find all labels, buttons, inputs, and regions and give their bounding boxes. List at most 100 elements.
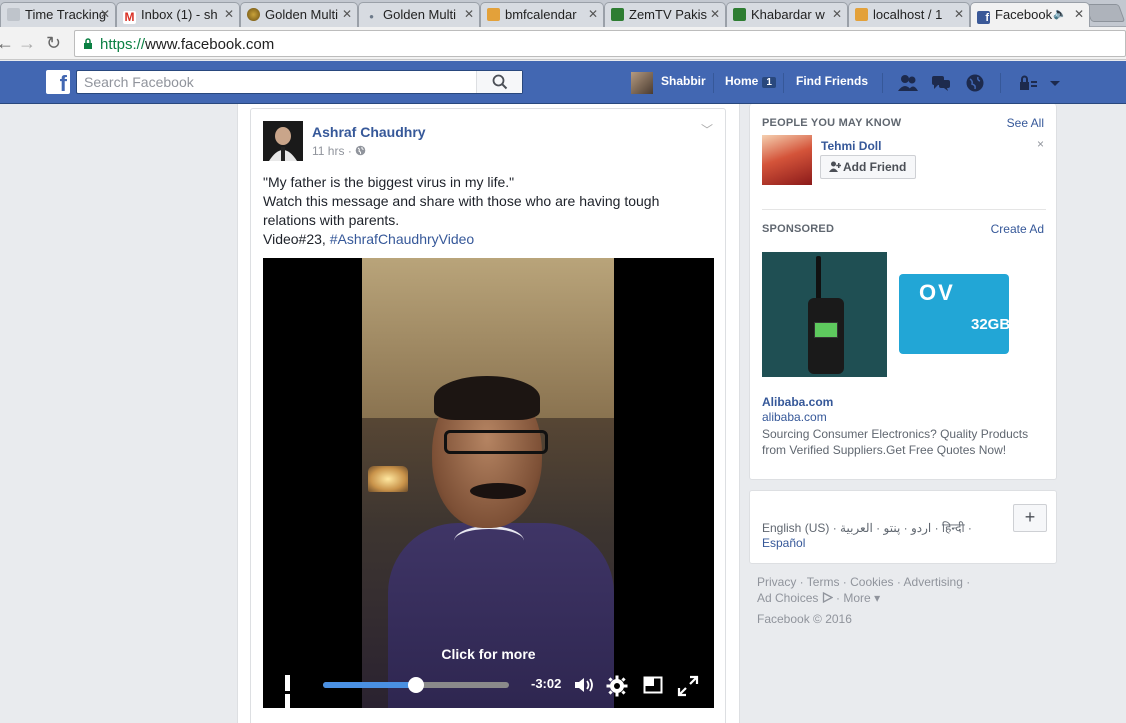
post-text-line: "My father is the biggest virus in my li…: [263, 174, 515, 190]
browser-tab[interactable]: ZemTV Pakis ✕: [604, 2, 726, 27]
back-icon[interactable]: ←: [0, 33, 14, 54]
post-body: "My father is the biggest virus in my li…: [263, 173, 703, 249]
ad-title[interactable]: Alibaba.com: [762, 395, 833, 409]
footer-link[interactable]: Ad Choices: [757, 591, 818, 605]
ad-image-sd-card[interactable]: OV 32GB: [899, 274, 1010, 354]
ad-choices-icon[interactable]: [822, 591, 834, 604]
footer-link[interactable]: Advertising: [904, 575, 963, 589]
add-friend-button[interactable]: Add Friend: [820, 155, 916, 179]
see-all-link[interactable]: See All: [1007, 116, 1044, 130]
footer-link[interactable]: Privacy: [757, 575, 796, 589]
golden-coin-icon: [247, 8, 260, 21]
video-time-remaining: -3:02: [531, 676, 562, 691]
tab-title: Golden Multi: [265, 7, 338, 22]
facebook-logo[interactable]: f: [46, 70, 70, 96]
footer-link[interactable]: Terms: [807, 575, 840, 589]
footer-more-link[interactable]: More ▾: [843, 591, 880, 605]
new-tab-button[interactable]: [1084, 4, 1126, 22]
language-option[interactable]: پنتو: [884, 521, 901, 535]
post-meta: 11 hrs ·: [312, 144, 366, 158]
volume-icon[interactable]: [573, 675, 597, 695]
browser-tab[interactable]: localhost / 1 ✕: [848, 2, 970, 27]
tab-title: Khabardar w: [751, 7, 825, 22]
post-timestamp[interactable]: 11 hrs: [312, 144, 344, 158]
suggested-friend-name[interactable]: Tehmi Doll: [821, 139, 881, 153]
browser-tab-active[interactable]: f Facebook 🔈 ✕: [970, 2, 1090, 27]
close-tab-icon[interactable]: ✕: [588, 7, 598, 21]
address-bar[interactable]: https://www.facebook.com: [74, 30, 1126, 57]
url-text: https://www.facebook.com: [100, 36, 274, 53]
account-menu-chevron-icon[interactable]: [1044, 73, 1066, 93]
settings-gear-icon[interactable]: [606, 675, 628, 697]
find-friends-link[interactable]: Find Friends: [796, 74, 868, 88]
footer-more-label: More: [843, 591, 871, 605]
close-tab-icon[interactable]: ✕: [342, 7, 352, 21]
post-options-chevron-icon[interactable]: ﹀: [701, 121, 713, 138]
reload-icon[interactable]: ↻: [46, 33, 61, 54]
video-scrub-handle[interactable]: [408, 677, 424, 693]
create-ad-link[interactable]: Create Ad: [991, 222, 1044, 236]
browser-tab[interactable]: • Golden Multi ✕: [358, 2, 480, 27]
video-player[interactable]: Click for more -3:02: [263, 258, 714, 708]
video-person-glasses: [444, 430, 548, 454]
video-progress-bar[interactable]: [323, 677, 509, 693]
feed-post: Ashraf Chaudhry 11 hrs · ﹀ "My father is…: [250, 108, 726, 723]
ad-description[interactable]: Sourcing Consumer Electronics? Quality P…: [762, 426, 1052, 458]
click-for-more-overlay[interactable]: Click for more: [263, 646, 714, 662]
hashtag-link[interactable]: #AshrafChaudhryVideo: [330, 231, 475, 247]
dismiss-suggestion-icon[interactable]: ×: [1037, 137, 1044, 151]
home-badge: 1: [762, 77, 776, 88]
language-option[interactable]: العربية: [840, 521, 873, 535]
loading-dot-icon: •: [369, 9, 374, 24]
suggested-friend-photo[interactable]: [762, 135, 812, 185]
picture-in-picture-icon[interactable]: [643, 675, 663, 695]
search-input[interactable]: [77, 71, 477, 93]
footer-link[interactable]: Cookies: [850, 575, 893, 589]
left-column: [0, 104, 237, 723]
close-tab-icon[interactable]: ✕: [464, 7, 474, 21]
close-tab-icon[interactable]: ✕: [710, 7, 720, 21]
browser-tab[interactable]: Khabardar w ✕: [726, 2, 848, 27]
home-link[interactable]: Home 1: [725, 74, 776, 88]
close-tab-icon[interactable]: ✕: [832, 7, 842, 21]
nav-divider: [783, 73, 784, 93]
zemtv-icon: [611, 8, 624, 21]
browser-tab[interactable]: Time Tracking ✕: [0, 2, 116, 27]
tab-title: Facebook: [995, 7, 1053, 22]
ad-image-walkie-talkie[interactable]: [762, 252, 887, 377]
notifications-globe-icon[interactable]: [964, 73, 986, 93]
video-progress-fill: [323, 682, 416, 688]
author-avatar[interactable]: [263, 121, 303, 161]
close-tab-icon[interactable]: ✕: [224, 7, 234, 21]
video-controls: -3:02: [263, 663, 714, 708]
profile-link[interactable]: Shabbir: [661, 74, 706, 88]
close-tab-icon[interactable]: ✕: [1074, 7, 1084, 21]
close-tab-icon[interactable]: ✕: [100, 7, 110, 21]
ad-domain[interactable]: alibaba.com: [762, 410, 827, 424]
privacy-shortcuts-icon[interactable]: [1018, 73, 1040, 93]
language-option[interactable]: اردو: [911, 521, 931, 535]
speaker-icon[interactable]: 🔈: [1053, 7, 1067, 20]
right-sidebar-card: PEOPLE YOU MAY KNOW See All Tehmi Doll ×…: [749, 104, 1057, 480]
language-option[interactable]: Español: [762, 536, 805, 550]
forward-icon[interactable]: →: [18, 33, 36, 54]
more-languages-button[interactable]: +: [1013, 504, 1047, 532]
browser-tab[interactable]: bmfcalendar ✕: [480, 2, 604, 27]
tab-title: bmfcalendar: [505, 7, 577, 22]
user-avatar[interactable]: [631, 72, 653, 94]
friend-requests-icon[interactable]: [897, 73, 919, 93]
author-name[interactable]: Ashraf Chaudhry: [312, 124, 426, 140]
close-tab-icon[interactable]: ✕: [954, 7, 964, 21]
page-footer: Privacy · Terms · Cookies · Advertising …: [757, 575, 971, 626]
public-globe-icon[interactable]: [355, 145, 366, 156]
pause-icon[interactable]: [285, 675, 301, 708]
search-button[interactable]: [476, 71, 522, 93]
messages-icon[interactable]: [930, 73, 952, 93]
tab-title: localhost / 1: [873, 7, 943, 22]
fullscreen-icon[interactable]: [677, 675, 699, 697]
nav-divider: [1000, 73, 1001, 93]
language-option[interactable]: हिन्दी: [942, 521, 965, 535]
browser-tab[interactable]: M Inbox (1) - sh ✕: [116, 2, 240, 27]
browser-tab[interactable]: Golden Multi ✕: [240, 2, 358, 27]
video-frame[interactable]: [362, 258, 614, 708]
